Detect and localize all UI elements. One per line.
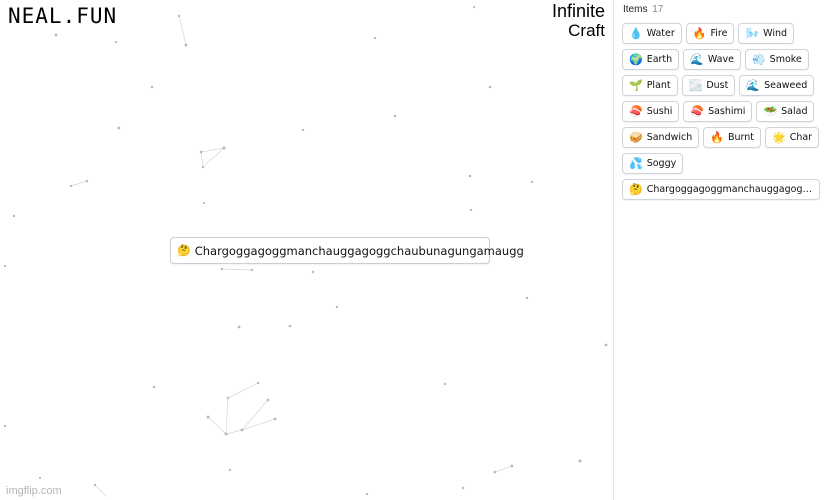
sidebar-item-water[interactable]: 💧 Water: [622, 23, 682, 44]
canvas-item-label: Chargoggagoggmanchauggagoggchaubunagunga…: [194, 243, 524, 258]
salad-icon: 🥗: [763, 105, 778, 118]
sushi-icon: 🍣: [690, 105, 705, 118]
imgflip-watermark: imgflip.com: [6, 485, 62, 497]
globe-icon: 🌍: [629, 53, 643, 66]
sidebar-item-wind[interactable]: 🌬️ Wind: [738, 23, 795, 44]
sidebar-item-fire[interactable]: 🔥 Fire: [685, 23, 735, 44]
sidebar-item-chargoggagoggmanchauggagoggc[interactable]: 🤔 Chargoggagoggmanchauggagoggc...: [622, 179, 820, 200]
seedling-icon: 🌱: [629, 79, 643, 92]
fire-icon: 🔥: [710, 131, 724, 144]
items-header-label: Items: [623, 4, 648, 15]
sidebar-item-label: Wave: [707, 54, 734, 65]
sidebar-item-sushi[interactable]: 🍣 Sushi: [622, 101, 680, 122]
wind-icon: 🌬️: [745, 27, 760, 40]
sidebar-item-smoke[interactable]: 💨 Smoke: [744, 49, 809, 70]
sidebar-item-label: Dust: [706, 80, 729, 91]
droplet-icon: 💧: [629, 27, 643, 40]
wave-icon: 🌊: [746, 79, 761, 92]
craft-canvas[interactable]: NEAL.FUN Infinite Craft 🤔 Chargoggagoggm…: [0, 0, 613, 500]
sidebar-item-sandwich[interactable]: 🥪 Sandwich: [622, 127, 700, 148]
dust-icon: 🌫️: [688, 79, 703, 92]
sidebar-item-label: Water: [646, 28, 675, 39]
star-icon: 🌟: [772, 131, 786, 144]
sidebar-item-label: Plant: [646, 80, 671, 91]
sidebar-item-label: Salad: [781, 106, 808, 117]
sidebar-item-sashimi[interactable]: 🍣 Sashimi: [683, 101, 753, 122]
item-list: 💧 Water 🔥 Fire 🌬️ Wind 🌍 Earth 🌊 Wave 💨 Smoke 🌱 Plant…: [622, 23, 822, 200]
sidebar-item-earth[interactable]: 🌍 Earth: [622, 49, 680, 70]
canvas-item-element[interactable]: 🤔 Chargoggagoggmanchauggagoggchaubunagun…: [170, 237, 524, 264]
sandwich-icon: 🥪: [629, 131, 643, 144]
sidebar-item-label: Char: [789, 132, 813, 143]
sidebar-item-wave[interactable]: 🌊 Wave: [683, 49, 741, 70]
wave-icon: 🌊: [690, 53, 704, 66]
sidebar-item-label: Seaweed: [764, 80, 808, 91]
sidebar-item-label: Wind: [763, 28, 788, 39]
sidebar-item-label: Soggy: [646, 158, 677, 169]
sidebar-item-soggy[interactable]: 💦 Soggy: [622, 153, 684, 174]
infinite-craft-logo: Infinite Craft: [551, 1, 605, 41]
thinking-face-icon: 🤔: [629, 183, 643, 196]
fire-icon: 🔥: [692, 27, 707, 40]
sidebar-item-char[interactable]: 🌟 Char: [765, 127, 820, 148]
sidebar-item-burnt[interactable]: 🔥 Burnt: [703, 127, 761, 148]
sidebar-item-label: Smoke: [769, 54, 802, 65]
sidebar-item-label: Sashimi: [708, 106, 746, 117]
items-count: 17: [652, 4, 664, 15]
sidebar-item-label: Chargoggagoggmanchauggagoggc...: [646, 184, 813, 195]
sidebar-item-label: Fire: [710, 28, 728, 39]
sweat-droplets-icon: 💦: [629, 157, 643, 170]
sidebar-item-plant[interactable]: 🌱 Plant: [622, 75, 678, 96]
thinking-face-icon: 🤔: [177, 244, 191, 257]
sidebar-item-salad[interactable]: 🥗 Salad: [756, 101, 815, 122]
items-sidebar[interactable]: Items 17 💧 Water 🔥 Fire 🌬️ Wind 🌍 Earth 🌊 Wave 💨 Sm…: [613, 0, 825, 500]
sidebar-item-seaweed[interactable]: 🌊 Seaweed: [739, 75, 815, 96]
sidebar-item-dust[interactable]: 🌫️ Dust: [681, 75, 736, 96]
sushi-icon: 🍣: [629, 105, 643, 118]
sidebar-item-label: Burnt: [727, 132, 754, 143]
neal-fun-logo[interactable]: NEAL.FUN: [8, 4, 117, 28]
logo-line-infinite: Infinite: [551, 1, 605, 21]
logo-line-craft: Craft: [568, 21, 605, 40]
items-header: Items 17: [623, 4, 825, 17]
sidebar-item-label: Sushi: [646, 106, 673, 117]
sidebar-item-label: Earth: [646, 54, 673, 65]
sidebar-item-label: Sandwich: [646, 132, 693, 143]
smoke-icon: 💨: [751, 53, 766, 66]
